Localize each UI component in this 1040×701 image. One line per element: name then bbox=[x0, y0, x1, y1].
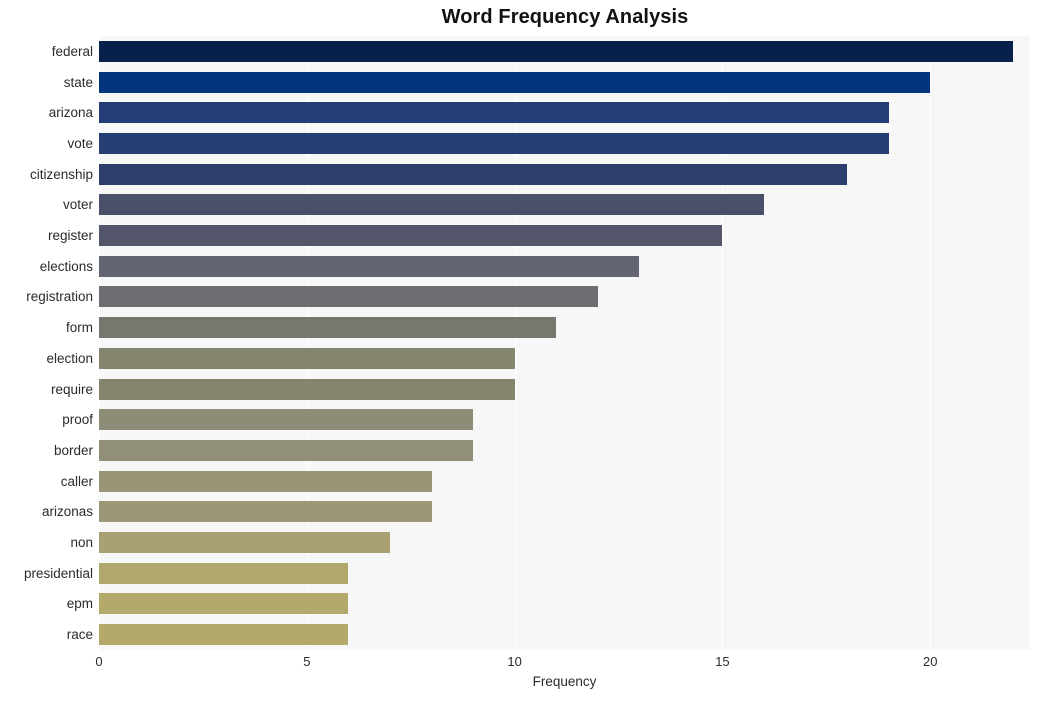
y-tick-label-epm: epm bbox=[66, 596, 93, 612]
bar-fill bbox=[99, 624, 349, 646]
y-tick-label-border: border bbox=[53, 442, 93, 458]
bars-container bbox=[99, 36, 1030, 650]
y-tick-label-caller: caller bbox=[60, 473, 93, 489]
y-tick-label-registration: registration bbox=[26, 289, 93, 305]
bar-fill bbox=[99, 194, 764, 216]
bar-border[interactable] bbox=[99, 439, 474, 461]
x-axis-title: Frequency bbox=[532, 674, 597, 689]
bar-fill bbox=[99, 501, 432, 523]
bar-fill bbox=[99, 40, 1014, 62]
bar-register[interactable] bbox=[99, 225, 723, 247]
y-tick-label-federal: federal bbox=[51, 43, 93, 59]
bar-fill bbox=[99, 532, 390, 554]
y-tick-label-state: state bbox=[63, 74, 93, 90]
y-tick-label-arizonas: arizonas bbox=[41, 504, 93, 520]
word-frequency-chart: Word Frequency Analysis federal state ariz… bbox=[0, 0, 1040, 701]
x-tick-label-15: 15 bbox=[715, 654, 730, 669]
bar-fill bbox=[99, 378, 515, 400]
y-tick-label-race: race bbox=[66, 627, 93, 643]
y-tick-label-voter: voter bbox=[62, 197, 93, 213]
bar-federal[interactable] bbox=[99, 40, 1014, 62]
bar-presidential[interactable] bbox=[99, 562, 349, 584]
bar-arizona[interactable] bbox=[99, 102, 889, 124]
y-tick-label-citizenship: citizenship bbox=[29, 166, 93, 182]
bar-form[interactable] bbox=[99, 317, 557, 339]
bar-fill bbox=[99, 347, 515, 369]
bar-fill bbox=[99, 593, 349, 615]
bar-epm[interactable] bbox=[99, 593, 349, 615]
bar-elections[interactable] bbox=[99, 255, 640, 277]
bar-fill bbox=[99, 286, 598, 308]
x-tick-label-10: 10 bbox=[507, 654, 522, 669]
bar-fill bbox=[99, 317, 557, 339]
bar-vote[interactable] bbox=[99, 132, 889, 154]
y-tick-label-election: election bbox=[46, 350, 93, 366]
y-tick-label-presidential: presidential bbox=[23, 565, 93, 581]
bar-fill bbox=[99, 409, 474, 431]
y-tick-label-form: form bbox=[66, 320, 93, 336]
x-tick-label-20: 20 bbox=[923, 654, 938, 669]
bar-citizenship[interactable] bbox=[99, 163, 848, 185]
bar-fill bbox=[99, 470, 432, 492]
y-tick-label-proof: proof bbox=[62, 412, 93, 428]
bar-fill bbox=[99, 102, 889, 124]
chart-title: Word Frequency Analysis bbox=[441, 6, 689, 28]
bar-election[interactable] bbox=[99, 347, 515, 369]
bar-fill bbox=[99, 225, 723, 247]
bar-fill bbox=[99, 71, 931, 93]
y-tick-label-require: require bbox=[50, 381, 93, 397]
x-tick-label-5: 5 bbox=[303, 654, 311, 669]
bar-caller[interactable] bbox=[99, 470, 432, 492]
bar-arizonas[interactable] bbox=[99, 501, 432, 523]
bar-voter[interactable] bbox=[99, 194, 764, 216]
bar-fill bbox=[99, 255, 640, 277]
bar-fill bbox=[99, 163, 848, 185]
y-tick-label-elections: elections bbox=[39, 258, 93, 274]
y-axis-tick-labels: federal state arizona vote citizenship voter r… bbox=[0, 36, 93, 650]
bar-registration[interactable] bbox=[99, 286, 598, 308]
y-tick-label-vote: vote bbox=[67, 135, 93, 151]
bar-state[interactable] bbox=[99, 71, 931, 93]
bar-fill bbox=[99, 132, 889, 154]
bar-fill bbox=[99, 439, 474, 461]
x-tick-label-0: 0 bbox=[95, 654, 103, 669]
bar-non[interactable] bbox=[99, 532, 390, 554]
y-tick-label-arizona: arizona bbox=[48, 105, 93, 121]
plot-area bbox=[99, 36, 1030, 650]
y-tick-label-register: register bbox=[47, 228, 93, 244]
bar-fill bbox=[99, 562, 349, 584]
bar-race[interactable] bbox=[99, 624, 349, 646]
bar-proof[interactable] bbox=[99, 409, 474, 431]
y-tick-label-non: non bbox=[70, 535, 93, 551]
bar-require[interactable] bbox=[99, 378, 515, 400]
